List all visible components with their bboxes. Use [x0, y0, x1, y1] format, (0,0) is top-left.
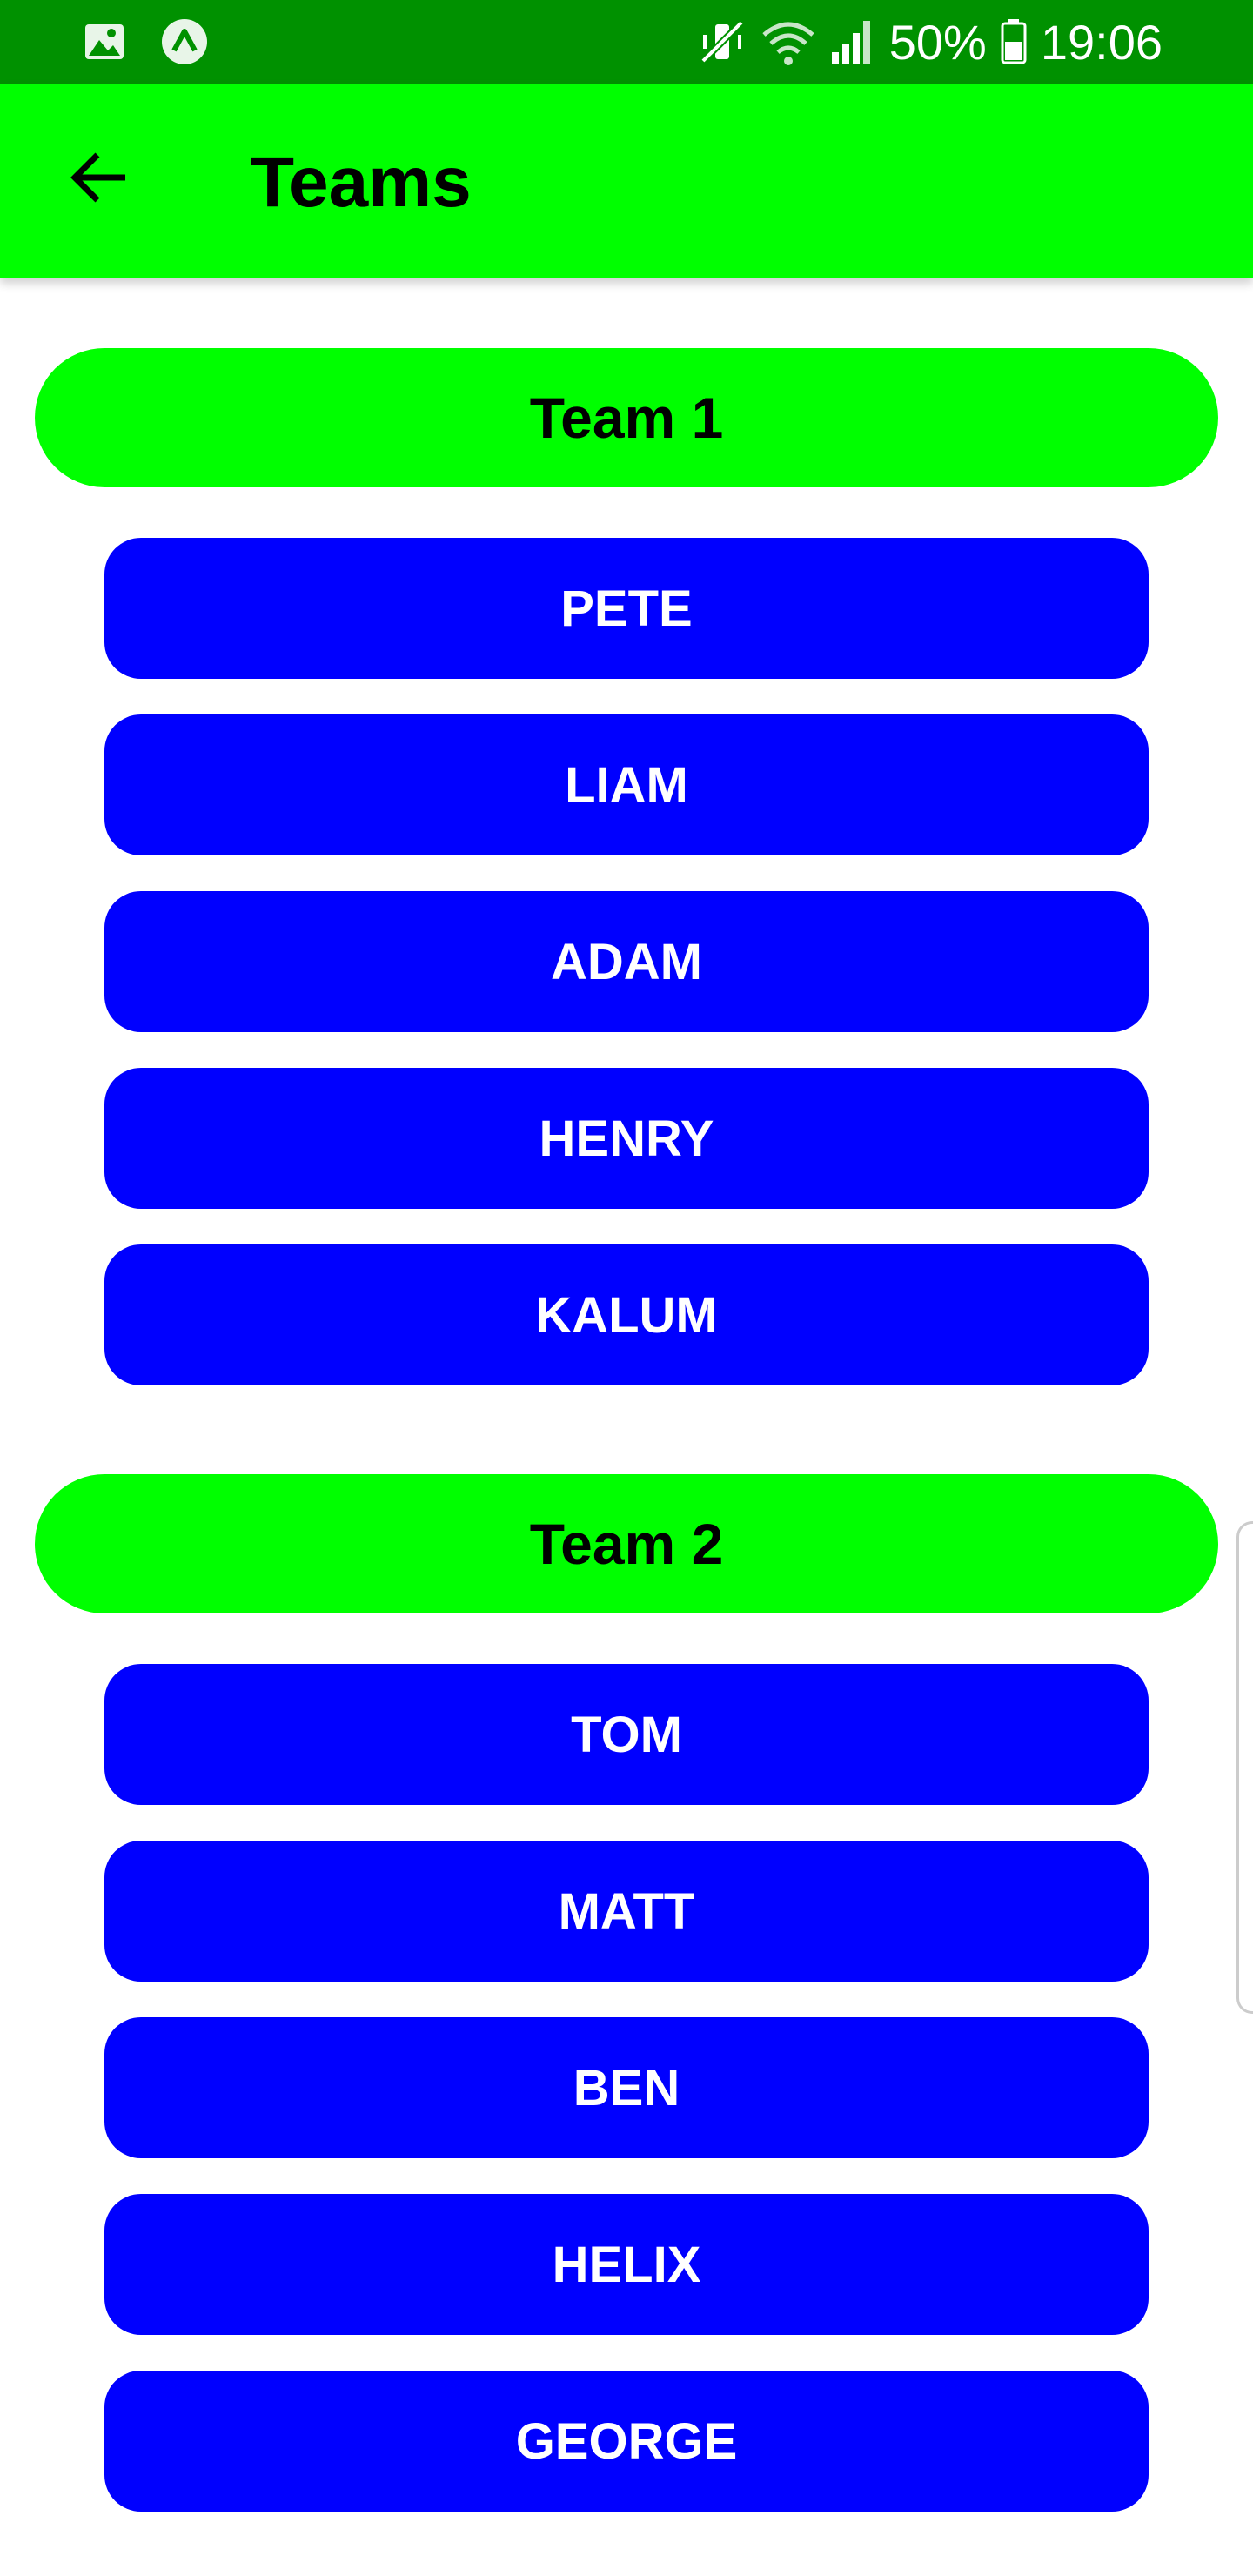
wifi-icon: [761, 17, 816, 66]
player-button[interactable]: LIAM: [104, 714, 1149, 855]
status-right-icons: 50% 19:06: [698, 12, 1163, 71]
scrollbar[interactable]: [1236, 1521, 1253, 2014]
battery-percent: 50%: [888, 14, 987, 70]
player-button[interactable]: ADAM: [104, 891, 1149, 1032]
player-button[interactable]: KALUM: [104, 1244, 1149, 1385]
gallery-icon: [84, 21, 125, 63]
arrow-back-icon: [68, 146, 131, 209]
player-button[interactable]: MATT: [104, 1841, 1149, 1982]
player-button[interactable]: TOM: [104, 1664, 1149, 1805]
player-button[interactable]: PETE: [104, 538, 1149, 679]
player-button[interactable]: HELIX: [104, 2194, 1149, 2335]
player-button[interactable]: HENRY: [104, 1068, 1149, 1209]
battery-icon: [1001, 19, 1027, 64]
back-button[interactable]: [50, 129, 148, 226]
app-notification-icon: [160, 17, 209, 66]
clock: 19:06: [1040, 14, 1163, 70]
status-bar: 50% 19:06: [0, 0, 1253, 84]
mute-icon: [698, 17, 747, 66]
team-header: Team 1: [35, 348, 1218, 487]
team-header: Team 2: [35, 1474, 1218, 1613]
signal-icon: [830, 17, 875, 66]
player-button[interactable]: GEORGE: [104, 2371, 1149, 2512]
app-bar: Teams: [0, 84, 1253, 278]
player-button[interactable]: BEN: [104, 2017, 1149, 2158]
page-title: Teams: [251, 143, 472, 222]
status-left-icons: [84, 17, 209, 66]
